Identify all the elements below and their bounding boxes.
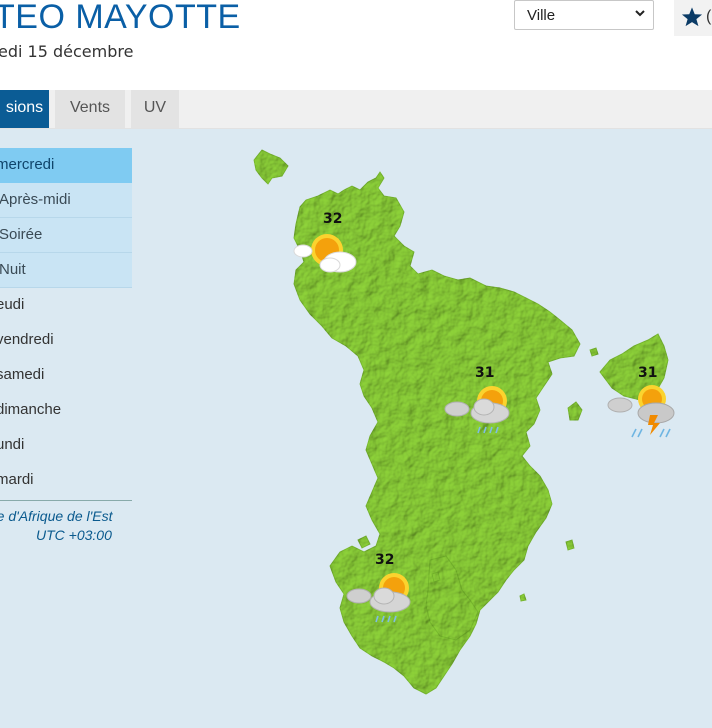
sun-cloud-icon <box>293 234 357 273</box>
day-item-jeudi[interactable]: eudi <box>0 288 132 323</box>
star-icon <box>681 7 703 27</box>
sun-cloud-rain-icon <box>346 573 411 623</box>
islet-dot-1 <box>589 347 599 357</box>
islet-dot-2 <box>519 593 527 602</box>
tab-vents[interactable]: Vents <box>55 90 127 128</box>
day-item-mardi[interactable]: mardi <box>0 463 132 498</box>
storm-rain-icon <box>607 385 675 438</box>
timezone-offset: UTC +03:00 <box>36 527 112 543</box>
tab-uv[interactable]: UV <box>131 90 181 128</box>
day-item-mercredi[interactable]: mercredi <box>0 148 132 183</box>
page-title: TEO MAYOTTE <box>0 0 241 36</box>
period-item-nuit[interactable]: Nuit <box>0 253 132 288</box>
islet-east <box>567 401 583 421</box>
tab-previsions[interactable]: sions <box>0 90 51 128</box>
day-item-lundi[interactable]: undi <box>0 428 132 463</box>
forecast-marker-north[interactable]: 32 <box>290 210 364 280</box>
map-area: mercredi Après-midi Soirée Nuit eudi ven… <box>0 129 712 728</box>
sun-cloud-rain-icon <box>444 386 510 434</box>
period-item-soiree[interactable]: Soirée <box>0 218 132 253</box>
location-select-value: Ville <box>527 7 556 24</box>
day-list: mercredi Après-midi Soirée Nuit eudi ven… <box>0 148 132 545</box>
day-item-dimanche[interactable]: dimanche <box>0 393 132 428</box>
temperature-label: 32 <box>323 211 343 227</box>
favorite-label: ( <box>706 8 712 25</box>
timezone-info: re d'Afrique de l'Est UTC +03:00 <box>0 501 132 545</box>
islet-dot-3 <box>431 571 441 583</box>
forecast-marker-south[interactable]: 32 <box>344 552 418 624</box>
day-item-samedi[interactable]: samedi <box>0 358 132 393</box>
chevron-down-icon <box>635 10 645 17</box>
location-select[interactable]: Ville <box>514 0 654 30</box>
islet-south-west <box>357 535 371 549</box>
forecast-marker-center[interactable]: 31 <box>442 365 514 437</box>
forecast-date: edi 15 décembre <box>0 42 134 61</box>
forecast-marker-east[interactable]: 31 <box>604 365 678 439</box>
timezone-name: re d'Afrique de l'Est <box>0 508 113 524</box>
islet-dot-4 <box>565 539 575 551</box>
favorite-button[interactable]: ( <box>674 0 712 36</box>
day-item-vendredi[interactable]: vendredi <box>0 323 132 358</box>
islet-north <box>253 149 289 185</box>
period-item-apres-midi[interactable]: Après-midi <box>0 183 132 218</box>
forecast-tabs: sions Vents UV <box>0 90 712 129</box>
